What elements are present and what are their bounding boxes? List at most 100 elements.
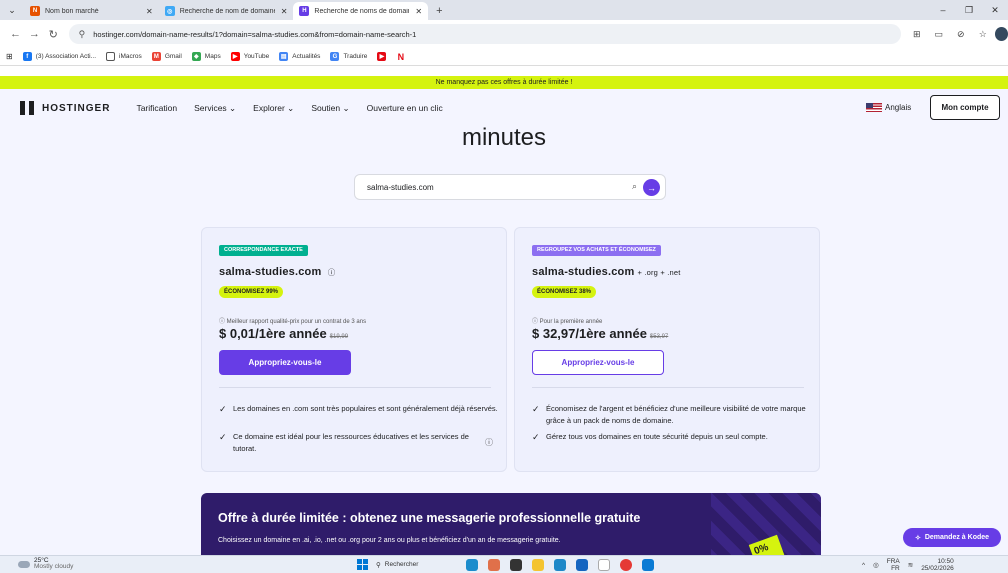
- bookmark-actualites[interactable]: ▤ Actualités: [279, 52, 320, 61]
- tab-close-icon[interactable]: ✕: [275, 7, 288, 16]
- tab-close-icon[interactable]: ✕: [140, 7, 153, 16]
- browser-tab-2[interactable]: ◎ Recherche de nom de domaine ✕: [159, 2, 294, 20]
- bookmark-star-icon[interactable]: ☆: [977, 29, 989, 40]
- old-price: $19,99: [329, 334, 349, 340]
- store-icon[interactable]: [576, 559, 588, 571]
- savings-badge: ÉCONOMISEZ 38%: [532, 286, 597, 298]
- url-field[interactable]: ⚲ hostinger.com/domain-name-results/1?do…: [68, 24, 901, 44]
- tab-close-icon[interactable]: ✕: [409, 7, 422, 16]
- exact-match-card: CORRESPONDANCE EXACTE salma-studies.com …: [201, 227, 507, 472]
- language-label: Anglais: [885, 103, 912, 112]
- address-bar-icons: ⊞ ▭ ⊘ ☆: [911, 29, 989, 40]
- search-submit-button[interactable]: →: [643, 179, 660, 196]
- language-selector[interactable]: Anglais: [866, 103, 911, 112]
- domain-search-input[interactable]: salma-studies.com ⌕ →: [354, 174, 666, 200]
- eye-off-icon[interactable]: ⊘: [955, 29, 967, 40]
- price-value: $ 32,97/1ère année: [532, 326, 647, 341]
- restore-icon[interactable]: ❐: [956, 5, 982, 16]
- profile-avatar[interactable]: [994, 27, 1008, 41]
- minimize-icon[interactable]: –: [930, 5, 956, 15]
- browser-tab-1[interactable]: N Nom bon marché ✕: [24, 2, 159, 20]
- bookmark-label: Traduire: [343, 53, 368, 60]
- promo-banner[interactable]: Ne manquez pas ces offres à durée limité…: [0, 76, 1008, 89]
- url-text: hostinger.com/domain-name-results/1?doma…: [93, 29, 417, 39]
- windows-start-icon[interactable]: [357, 559, 368, 570]
- translate-icon[interactable]: ⊞: [911, 29, 923, 40]
- cast-icon[interactable]: ▭: [933, 29, 945, 40]
- input-language[interactable]: FRA FR: [887, 558, 900, 572]
- bookmark-label: iMacros: [119, 53, 142, 60]
- translate-icon: G: [330, 52, 340, 61]
- edge-icon[interactable]: [554, 559, 566, 571]
- gmail-icon: M: [151, 52, 161, 61]
- nav-pricing[interactable]: Tarification: [136, 103, 177, 114]
- browser-tab-3[interactable]: H Recherche de noms de domain ✕: [293, 2, 429, 20]
- reload-icon[interactable]: ↻: [44, 28, 63, 41]
- maps-icon: ◆: [191, 52, 201, 61]
- clock[interactable]: 10:50 25/02/2026: [921, 558, 954, 572]
- feature-item: ✓ Économisez de l'argent et bénéficiez d'…: [532, 403, 812, 427]
- bookmark-gmail[interactable]: M Gmail: [151, 52, 182, 61]
- bookmark-imacros[interactable]: iMacros: [106, 52, 142, 61]
- buy-domain-button[interactable]: Appropriez-vous-le: [219, 350, 351, 375]
- bookmark-label: (3) Association Acti...: [35, 53, 97, 60]
- chrome-icon[interactable]: [620, 559, 632, 571]
- apps-grid-icon[interactable]: ⊞: [6, 52, 13, 61]
- back-icon[interactable]: ←: [6, 28, 25, 40]
- folder-icon: [106, 52, 116, 61]
- vscode-icon[interactable]: [642, 559, 654, 571]
- youtube-icon: ▶: [377, 52, 387, 61]
- nav-explore[interactable]: Explorer ⌄: [253, 103, 294, 114]
- time: 10:50: [937, 558, 954, 565]
- nav-support[interactable]: Soutien ⌄: [311, 103, 349, 114]
- task-view-icon[interactable]: [510, 559, 522, 571]
- tab-list-button[interactable]: ⌄: [0, 0, 24, 20]
- file-explorer-icon[interactable]: [532, 559, 544, 571]
- wifi-icon[interactable]: ≋: [908, 561, 913, 569]
- info-icon[interactable]: ⓘ: [328, 268, 336, 277]
- domain-name: salma-studies.com + .org + .net: [532, 266, 681, 278]
- ask-kodee-button[interactable]: ✧ Demandez à Kodee: [903, 528, 1001, 547]
- bookmark-association[interactable]: f (3) Association Acti...: [22, 52, 97, 61]
- bookmark-netflix[interactable]: N: [396, 52, 406, 62]
- ai-search-icon[interactable]: ⌕: [632, 181, 637, 192]
- new-tab-button[interactable]: +: [428, 2, 450, 20]
- exact-match-badge: CORRESPONDANCE EXACTE: [219, 245, 308, 256]
- bookmark-label: Gmail: [164, 53, 182, 60]
- sparkle-icon: ✧: [914, 534, 921, 542]
- cloud-icon: [18, 560, 30, 568]
- bookmark-youtube[interactable]: ▶ YouTube: [230, 52, 269, 61]
- nav-services[interactable]: Services ⌄: [194, 103, 236, 114]
- feature-item: ✓ Les domaines en .com sont très populair…: [219, 403, 499, 415]
- copilot-icon[interactable]: [488, 559, 500, 571]
- nav-one-click[interactable]: Ouverture en un clic: [367, 103, 443, 114]
- site-info-icon[interactable]: ⚲: [79, 29, 86, 40]
- weather-widget[interactable]: 25°C Mostly cloudy: [18, 557, 73, 570]
- bookmark-label: Actualités: [292, 53, 321, 60]
- bookmark-youtube-2[interactable]: ▶: [377, 52, 387, 61]
- widgets-icon[interactable]: [466, 559, 478, 571]
- network-icon[interactable]: ◎: [873, 561, 879, 569]
- forward-icon[interactable]: →: [25, 28, 44, 40]
- buy-bundle-button[interactable]: Appropriez-vous-le: [532, 350, 664, 375]
- bookmark-traduire[interactable]: G Traduire: [330, 52, 367, 61]
- feature-item: ✓ Ce domaine est idéal pour les ressource…: [219, 431, 499, 455]
- taskbar-search[interactable]: ⚲ Rechercher: [376, 558, 456, 571]
- chevron-up-icon[interactable]: ^: [862, 562, 865, 569]
- offer-text: Choisissez un domaine en .ai, .io, .net …: [218, 537, 561, 544]
- info-icon[interactable]: ⓘ: [485, 437, 493, 449]
- check-icon: ✓: [219, 432, 227, 442]
- close-window-icon[interactable]: ✕: [982, 5, 1008, 16]
- divider: [219, 387, 491, 388]
- my-account-button[interactable]: Mon compte: [930, 95, 1000, 120]
- brand-name: HOSTINGER: [42, 102, 111, 114]
- notepad-icon[interactable]: [598, 559, 610, 571]
- youtube-icon: ▶: [230, 52, 240, 61]
- tab-favicon: ◎: [164, 6, 175, 16]
- feature-text: Les domaines en .com sont très populaire…: [233, 404, 498, 413]
- tab-title: Nom bon marché: [45, 7, 99, 15]
- hostinger-logo[interactable]: HOSTINGER: [20, 101, 110, 115]
- bundle-extensions: + .org + .net: [637, 268, 681, 277]
- system-tray: ^ ◎ FRA FR ≋ 10:50 25/02/2026: [862, 558, 954, 572]
- bookmark-maps[interactable]: ◆ Maps: [191, 52, 221, 61]
